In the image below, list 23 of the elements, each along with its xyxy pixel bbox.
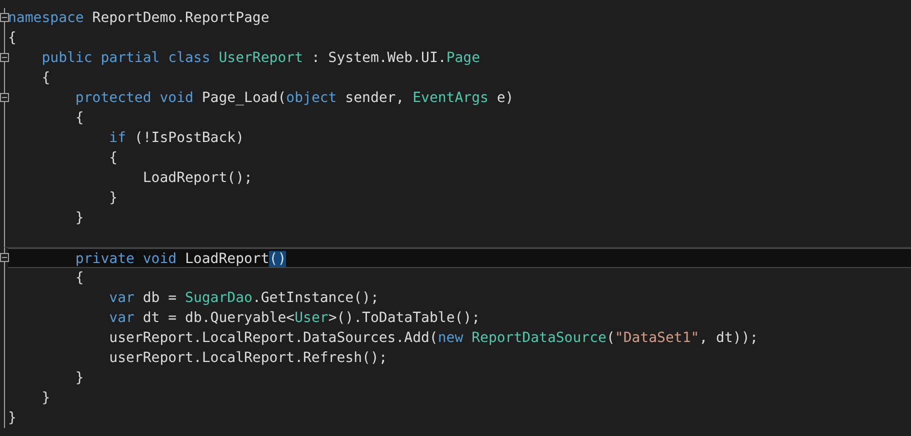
code-line: { — [74, 109, 85, 128]
code-line: LoadReport(); — [142, 169, 254, 188]
code-line: userReport.LocalReport.DataSources.Add(new ReportDataSource("DataSet1", dt)); — [108, 329, 760, 348]
code-line: } — [74, 209, 85, 228]
code-line: public partial class UserReport : System.Web.UI.Page — [40, 49, 482, 68]
code-line: } — [74, 369, 85, 388]
collapse-icon[interactable] — [0, 93, 9, 102]
code-line: userReport.LocalReport.Refresh(); — [108, 349, 388, 368]
code-line: protected void Page_Load(object sender, EventArgs e) — [74, 89, 515, 108]
code-line: var dt = db.Queryable<User>().ToDataTable(); — [108, 309, 482, 328]
code-line: } — [8, 409, 18, 428]
collapse-icon[interactable] — [0, 253, 9, 262]
collapse-icon[interactable] — [0, 53, 9, 62]
code-line: { — [40, 69, 52, 88]
code-line: { — [108, 149, 119, 168]
code-line: var db = SugarDao.GetInstance(); — [108, 289, 380, 308]
code-line: { — [8, 29, 18, 48]
code-line: } — [40, 389, 52, 408]
collapse-icon[interactable] — [0, 13, 9, 22]
code-line: } — [108, 189, 119, 208]
code-line: namespace ReportDemo.ReportPage — [8, 9, 270, 28]
code-line: if (!IsPostBack) — [108, 129, 246, 148]
code-line: { — [74, 269, 85, 288]
